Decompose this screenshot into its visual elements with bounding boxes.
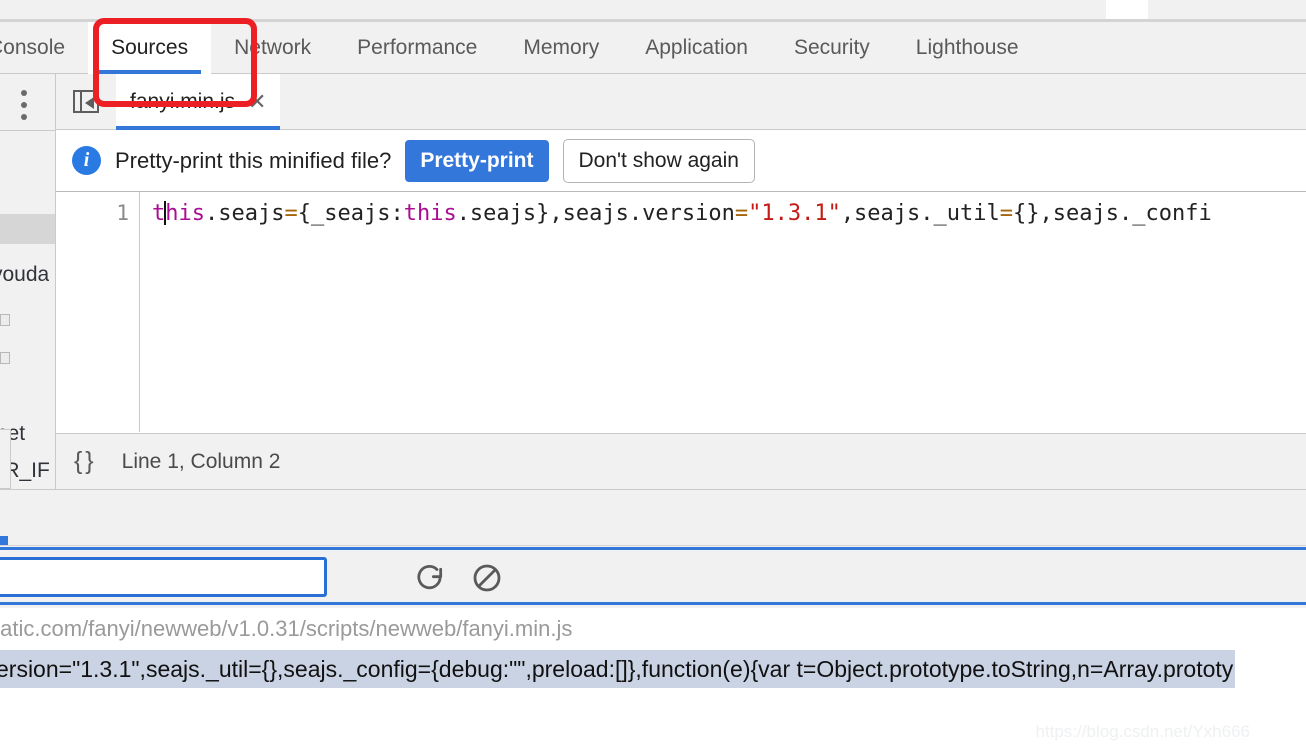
browser-toolbar [0, 547, 1306, 605]
dont-show-again-button[interactable]: Don't show again [562, 138, 755, 183]
script-url-line: tatic.com/fanyi/newweb/v1.0.31/scripts/n… [0, 608, 1306, 650]
code-token-11: = [999, 201, 1014, 226]
kebab-menu-icon[interactable] [21, 90, 28, 121]
code-token-8: = [734, 201, 749, 226]
code-token-3: .seajs [205, 201, 285, 226]
file-tab-strip: fanyi.min.js ✕ [56, 73, 1306, 130]
tab-application[interactable]: Application [622, 22, 771, 74]
tab-label: Lighthouse [915, 35, 1019, 59]
code-token-12: {},seajs._confi [1013, 201, 1212, 226]
lower-gray-panel [0, 489, 1306, 546]
close-icon[interactable]: ✕ [248, 90, 266, 113]
reload-icon[interactable] [414, 562, 446, 594]
editor-statusbar: { } Line 1, Column 2 [56, 433, 1306, 489]
tab-label: Performance [357, 35, 478, 59]
top-white-notch [1106, 0, 1148, 19]
code-line-1[interactable]: this.seajs={_seajs:this.seajs},seajs.ver… [152, 201, 1212, 226]
script-url-text: tatic.com/fanyi/newweb/v1.0.31/scripts/n… [0, 616, 573, 641]
infobar-message: Pretty-print this minified file? [115, 147, 392, 173]
tab-memory[interactable]: Memory [500, 22, 622, 74]
tab-network[interactable]: Network [211, 22, 334, 74]
tab-sources[interactable]: Sources [88, 21, 212, 74]
code-token-10: ,seajs._util [840, 201, 1000, 226]
tab-label: Network [234, 35, 312, 59]
code-editor[interactable]: 1 this.seajs={_seajs:this.seajs},seajs.v… [56, 192, 1306, 432]
tab-lighthouse[interactable]: Lighthouse [893, 22, 1042, 74]
search-input[interactable] [0, 557, 327, 597]
navigator-bottom-box [0, 429, 11, 489]
file-tab-fanyi-min-js[interactable]: fanyi.min.js ✕ [116, 73, 281, 130]
code-token-9: "1.3.1" [748, 201, 841, 226]
tab-label: Console [0, 35, 66, 59]
navigator-folder-box-1[interactable] [0, 314, 10, 326]
sources-panel: youda .net OR_IF fanyi.min.js ✕ i [0, 73, 1306, 489]
tab-label: Memory [523, 35, 600, 59]
tab-label: Sources [111, 35, 189, 59]
tab-security[interactable]: Security [771, 22, 893, 74]
code-token-7: .seajs},seajs.version [456, 201, 735, 226]
navigator-folder-box-2[interactable] [0, 352, 10, 364]
code-token-4: = [284, 201, 298, 226]
tab-performance[interactable]: Performance [334, 22, 500, 74]
navigator-selected-row[interactable] [0, 214, 55, 244]
sidebar-collapse-icon[interactable] [73, 90, 99, 113]
cursor-position-label: Line 1, Column 2 [121, 449, 281, 473]
code-token-5: {_seajs: [297, 201, 404, 226]
navigator-item-label-1[interactable]: youda [0, 263, 49, 287]
pretty-print-infobar: i Pretty-print this minified file? Prett… [56, 130, 1306, 192]
pretty-print-button[interactable]: Pretty-print [405, 139, 549, 182]
devtools-screenshot: Console Sources Network Performance Memory Ap… [0, 0, 1306, 752]
devtools-tabbar: Console Sources Network Performance Memory Ap… [0, 18, 1306, 107]
file-tab-label: fanyi.min.js [130, 89, 236, 113]
editor-gutter: 1 [56, 192, 140, 432]
tab-label: Security [793, 35, 870, 59]
selected-code-text[interactable]: ersion="1.3.1",seajs._util={},seajs._con… [0, 650, 1236, 688]
block-icon[interactable] [471, 562, 503, 594]
selected-code-strip: ersion="1.3.1",seajs._util={},seajs._con… [0, 650, 1306, 688]
editor-column: fanyi.min.js ✕ i Pretty-print this minif… [56, 73, 1306, 489]
devtools-tab-list: Console Sources Network Performance Memory Ap… [0, 21, 1306, 74]
braces-icon[interactable]: { } [74, 447, 94, 476]
watermark-text: https://blog.csdn.net/Yxh666 [1035, 722, 1250, 741]
navigator-sidebar[interactable]: youda .net OR_IF [0, 74, 56, 489]
tab-label: Application [645, 35, 748, 59]
code-token-0: t [152, 201, 166, 226]
tab-console[interactable]: Console [0, 22, 88, 74]
blue-selection-nub [0, 536, 8, 545]
code-token-2: his [165, 201, 205, 226]
code-token-6: this [403, 201, 457, 226]
bottom-area: https://blog.csdn.net/Yxh666 [0, 688, 1306, 752]
navigator-divider [0, 130, 55, 131]
line-number: 1 [116, 201, 129, 225]
info-icon: i [72, 146, 101, 175]
